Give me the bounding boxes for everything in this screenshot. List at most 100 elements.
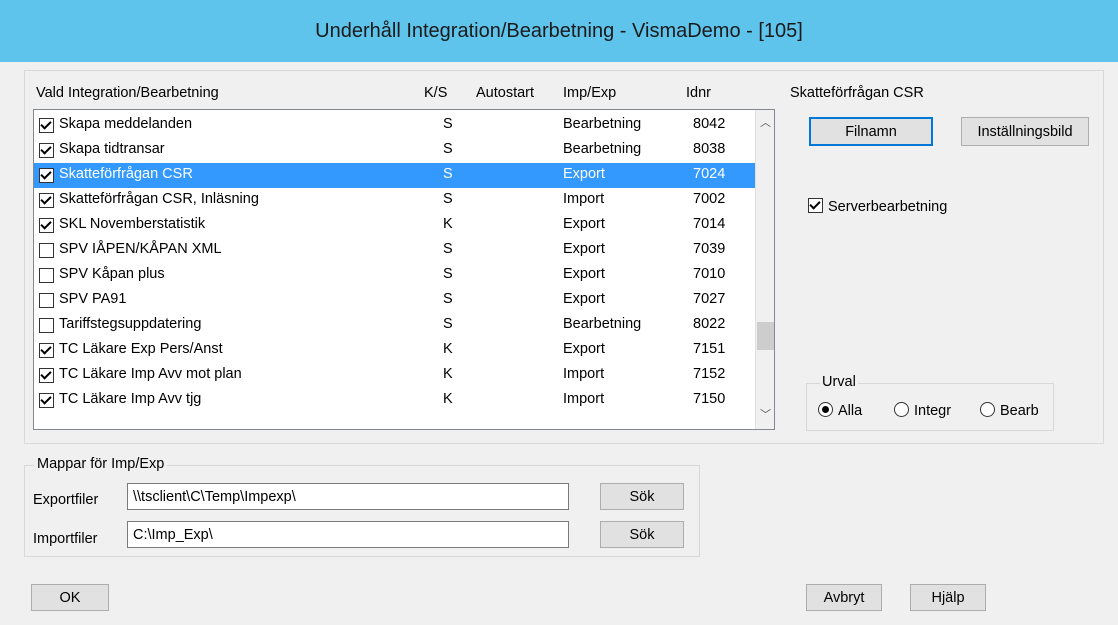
row-ks: S xyxy=(443,191,453,207)
title-bar[interactable]: Underhåll Integration/Bearbetning - Vism… xyxy=(0,0,1118,62)
row-ks: K xyxy=(443,341,453,357)
import-browse-button[interactable]: Sök xyxy=(600,521,684,548)
row-name: SPV IÅPEN/KÅPAN XML xyxy=(59,241,222,257)
row-checkbox[interactable] xyxy=(39,393,54,408)
row-name: Tariffstegsuppdatering xyxy=(59,316,202,332)
radio-bearb-icon[interactable] xyxy=(980,402,995,417)
row-idnr: 7024 xyxy=(693,166,726,182)
import-path-input[interactable] xyxy=(127,521,569,548)
row-name: Skatteförfrågan CSR xyxy=(59,166,193,182)
table-row[interactable]: SPV PA91 S Export 7027 xyxy=(34,288,755,313)
row-impexp: Export xyxy=(563,241,605,257)
row-idnr: 8022 xyxy=(693,316,726,332)
row-idnr: 7152 xyxy=(693,366,726,382)
filnamn-button[interactable]: Filnamn xyxy=(809,117,933,146)
table-row[interactable]: SPV IÅPEN/KÅPAN XML S Export 7039 xyxy=(34,238,755,263)
row-checkbox[interactable] xyxy=(39,193,54,208)
row-checkbox[interactable] xyxy=(39,343,54,358)
ok-button[interactable]: OK xyxy=(31,584,109,611)
export-label: Exportfiler xyxy=(33,492,99,508)
row-checkbox[interactable] xyxy=(39,268,54,283)
column-header-name: Vald Integration/Bearbetning xyxy=(36,85,219,101)
table-row[interactable]: Tariffstegsuppdatering S Bearbetning 8022 xyxy=(34,313,755,338)
row-ks: S xyxy=(443,141,453,157)
row-checkbox[interactable] xyxy=(39,143,54,158)
table-row[interactable]: TC Läkare Imp Avv tjg K Import 7150 xyxy=(34,388,755,413)
row-checkbox[interactable] xyxy=(39,293,54,308)
radio-bearb[interactable]: Bearb xyxy=(980,402,1039,419)
row-idnr: 8038 xyxy=(693,141,726,157)
serverbearbetning-check-icon[interactable] xyxy=(808,198,823,213)
table-row[interactable]: Skatteförfrågan CSR, Inläsning S Import 700… xyxy=(34,188,755,213)
radio-alla-icon[interactable] xyxy=(818,402,833,417)
row-checkbox[interactable] xyxy=(39,218,54,233)
row-name: TC Läkare Exp Pers/Anst xyxy=(59,341,223,357)
row-name: SKL Novemberstatistik xyxy=(59,216,206,232)
row-idnr: 7027 xyxy=(693,291,726,307)
row-ks: K xyxy=(443,391,453,407)
row-impexp: Bearbetning xyxy=(563,316,642,332)
table-row[interactable]: Skatteförfrågan CSR S Export 7024 xyxy=(34,163,755,188)
serverbearbetning-checkbox[interactable]: Serverbearbetning xyxy=(808,196,947,215)
window-title: Underhåll Integration/Bearbetning - Vism… xyxy=(315,19,803,42)
scroll-up-icon[interactable]: ︿ xyxy=(756,114,774,132)
table-row[interactable]: TC Läkare Exp Pers/Anst K Export 7151 xyxy=(34,338,755,363)
radio-alla[interactable]: Alla xyxy=(818,402,862,419)
row-impexp: Export xyxy=(563,166,605,182)
column-header-impexp: Imp/Exp xyxy=(563,85,617,101)
row-name: SPV PA91 xyxy=(59,291,127,307)
row-impexp: Bearbetning xyxy=(563,116,642,132)
row-name: Skatteförfrågan CSR, Inläsning xyxy=(59,191,259,207)
dialog-window: Underhåll Integration/Bearbetning - Vism… xyxy=(0,0,1118,625)
table-row[interactable]: TC Läkare Imp Avv mot plan K Import 7152 xyxy=(34,363,755,388)
table-row[interactable]: Skapa meddelanden S Bearbetning 8042 xyxy=(34,113,755,138)
integration-list[interactable]: Skapa meddelanden S Bearbetning 8042 Skapa t… xyxy=(33,109,775,430)
column-header-idnr: Idnr xyxy=(686,85,711,101)
table-row[interactable]: SPV Kåpan plus S Export 7010 xyxy=(34,263,755,288)
row-checkbox[interactable] xyxy=(39,318,54,333)
row-idnr: 7010 xyxy=(693,266,726,282)
serverbearbetning-label: Serverbearbetning xyxy=(828,199,948,215)
row-idnr: 7002 xyxy=(693,191,726,207)
row-impexp: Export xyxy=(563,266,605,282)
row-ks: S xyxy=(443,116,453,132)
row-name: Skapa tidtransar xyxy=(59,141,165,157)
row-ks: S xyxy=(443,241,453,257)
row-name: TC Läkare Imp Avv mot plan xyxy=(59,366,242,382)
table-row[interactable]: SKL Novemberstatistik K Export 7014 xyxy=(34,213,755,238)
row-idnr: 7151 xyxy=(693,341,726,357)
radio-alla-label: Alla xyxy=(838,403,863,419)
row-checkbox[interactable] xyxy=(39,368,54,383)
row-checkbox[interactable] xyxy=(39,243,54,258)
row-ks: S xyxy=(443,266,453,282)
row-ks: S xyxy=(443,316,453,332)
export-browse-button[interactable]: Sök xyxy=(600,483,684,510)
row-name: TC Läkare Imp Avv tjg xyxy=(59,391,202,407)
list-scrollbar[interactable]: ︿ ﹀ xyxy=(755,110,774,429)
row-impexp: Export xyxy=(563,291,605,307)
installningsbild-button[interactable]: Inställningsbild xyxy=(961,117,1089,146)
urval-label: Urval xyxy=(820,374,858,390)
row-impexp: Import xyxy=(563,391,605,407)
selected-item-title: Skatteförfrågan CSR xyxy=(790,85,924,101)
table-row[interactable]: Skapa tidtransar S Bearbetning 8038 xyxy=(34,138,755,163)
radio-integr[interactable]: Integr xyxy=(894,402,951,419)
scroll-thumb[interactable] xyxy=(757,322,774,350)
row-idnr: 8042 xyxy=(693,116,726,132)
help-button[interactable]: Hjälp xyxy=(910,584,986,611)
row-name: Skapa meddelanden xyxy=(59,116,193,132)
folders-group-label: Mappar för Imp/Exp xyxy=(34,456,168,472)
row-ks: S xyxy=(443,166,453,182)
column-header-ks: K/S xyxy=(424,85,448,101)
cancel-button[interactable]: Avbryt xyxy=(806,584,882,611)
scroll-down-icon[interactable]: ﹀ xyxy=(756,406,774,424)
radio-integr-icon[interactable] xyxy=(894,402,909,417)
radio-integr-label: Integr xyxy=(914,403,952,419)
row-ks: K xyxy=(443,366,453,382)
row-name: SPV Kåpan plus xyxy=(59,266,165,282)
export-path-input[interactable] xyxy=(127,483,569,510)
row-checkbox[interactable] xyxy=(39,118,54,133)
row-checkbox[interactable] xyxy=(39,168,54,183)
row-impexp: Import xyxy=(563,366,605,382)
row-impexp: Export xyxy=(563,341,605,357)
